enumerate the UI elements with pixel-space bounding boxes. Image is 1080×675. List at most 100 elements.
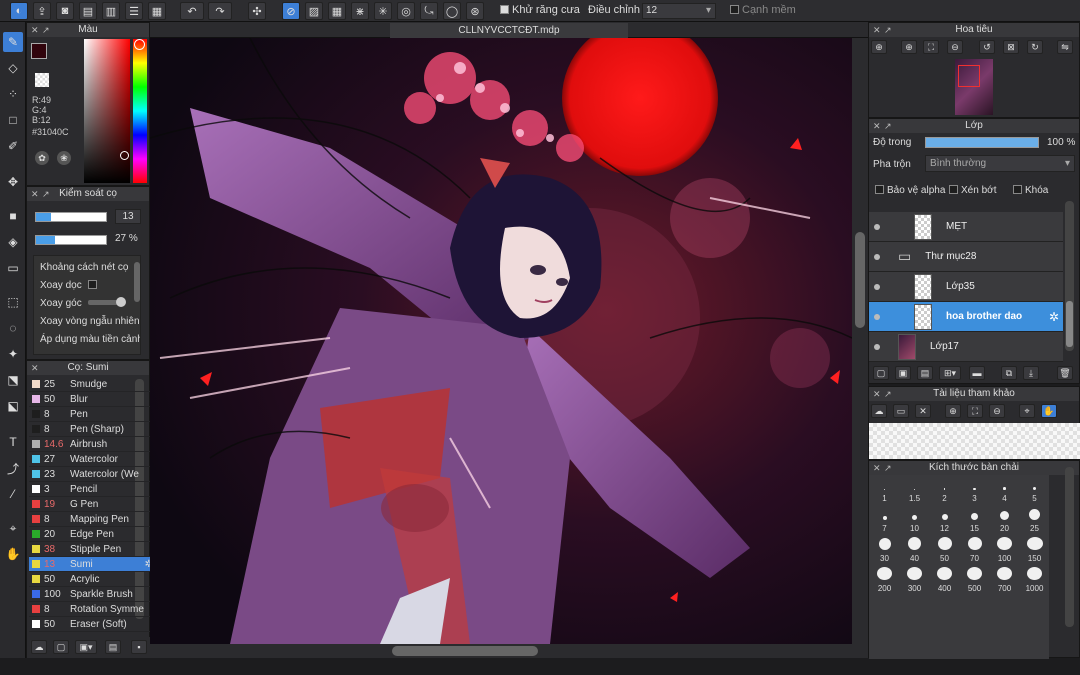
close-icon[interactable]: ✕	[873, 119, 881, 133]
new-brush-icon[interactable]: ▢	[53, 640, 69, 654]
add-layer-menu-icon[interactable]: ⊞▾	[939, 366, 961, 380]
document-tab[interactable]: CLLNYVCCTCĐT.mdp	[390, 23, 628, 38]
eye-icon[interactable]	[874, 253, 880, 260]
brush-size-preset[interactable]: 70	[960, 537, 989, 565]
hue-slider[interactable]	[133, 39, 147, 183]
redo-icon[interactable]: ↷	[208, 2, 232, 20]
brush-item[interactable]: 50 Acrylic	[29, 572, 157, 587]
operation-tool-icon[interactable]: ⤴	[3, 458, 23, 478]
brush-item[interactable]: 100 Sparkle Brush	[29, 587, 157, 602]
brush-item[interactable]: 50 Eraser (Soft)	[29, 617, 157, 632]
brush-item[interactable]: 38 Stipple Pen	[29, 542, 157, 557]
app-logo-icon[interactable]: ◐	[10, 2, 28, 20]
brush-tool-icon[interactable]: ✎	[3, 32, 23, 52]
close-icon[interactable]: ✕	[873, 23, 881, 37]
select-eraser-icon[interactable]: ⬕	[3, 396, 23, 416]
brush-item[interactable]: 23 Watercolor (We	[29, 467, 157, 482]
brush-item[interactable]: 27 Watercolor	[29, 452, 157, 467]
popout-icon[interactable]: ↗	[884, 23, 892, 37]
bucket-tool-icon[interactable]: ◈	[3, 232, 23, 252]
rect-tool-icon[interactable]: ■	[3, 206, 23, 226]
grid-icon[interactable]: ▦	[148, 2, 166, 20]
lock-checkbox[interactable]: Khóa	[1013, 185, 1048, 196]
brush-size-preset[interactable]: 5	[1020, 477, 1049, 505]
navigator-thumbnail[interactable]	[955, 59, 993, 115]
rotate-left-icon[interactable]: ↺	[979, 40, 995, 54]
brush-size-value[interactable]: 13	[115, 209, 141, 224]
brush-item[interactable]: 25 Smudge	[29, 377, 157, 392]
duplicate-layer-icon[interactable]: ⧉	[1001, 366, 1017, 380]
close-icon[interactable]: ✕	[873, 461, 881, 475]
eye-icon[interactable]	[874, 313, 880, 320]
gear-icon[interactable]: ✲	[1049, 310, 1059, 324]
brush-size-preset[interactable]: 700	[990, 567, 1019, 595]
grid-ruler-icon[interactable]: ▦	[328, 2, 346, 20]
zoom-fit-icon[interactable]: ⊕	[871, 40, 887, 54]
document-icon[interactable]: ▥	[102, 2, 120, 20]
eraser-tool-icon[interactable]: ◇	[3, 58, 23, 78]
perspective-icon[interactable]: ⋇	[351, 2, 369, 20]
layer-row[interactable]: Lớp35	[869, 272, 1063, 302]
angle-option[interactable]: Xoay góc	[40, 298, 82, 309]
eyedropper-icon[interactable]: ⌖	[1019, 404, 1035, 418]
brush-size-preset[interactable]: 150	[1020, 537, 1049, 565]
export-icon[interactable]: ⇪	[33, 2, 51, 20]
options-scrollbar[interactable]	[134, 262, 140, 302]
cloud-icon[interactable]: ☁	[31, 640, 47, 654]
shape-tool-icon[interactable]: □	[3, 110, 23, 130]
brush-item[interactable]: 50 Blur	[29, 392, 157, 407]
apply-fg-color-option[interactable]: Áp dụng màu tiền cảnh	[40, 334, 140, 345]
hand-icon[interactable]: ✋	[1041, 404, 1057, 418]
brush-item[interactable]: 8 Pen (Sharp)	[29, 422, 157, 437]
zoom-out-icon[interactable]: ⊖	[947, 40, 963, 54]
vertical-rotate-checkbox[interactable]	[88, 280, 98, 289]
close-icon[interactable]: ✕	[31, 187, 39, 201]
zoom-in-icon[interactable]: ⊕	[945, 404, 961, 418]
brush-delete-icon[interactable]: ▪	[131, 640, 147, 654]
brush-item[interactable]: 3 Pencil	[29, 482, 157, 497]
antialias-checkbox[interactable]: Khử răng cưa	[500, 4, 580, 16]
reference-canvas[interactable]	[869, 423, 1080, 459]
clipping-checkbox[interactable]: Xén bớt	[949, 185, 996, 196]
dot-eraser-icon[interactable]: ⁘	[3, 84, 23, 104]
layer-row-folder[interactable]: ▭ Thư mục28	[869, 242, 1063, 272]
divide-tool-icon[interactable]: ⁄	[3, 484, 23, 504]
list-icon[interactable]: ☰	[125, 2, 143, 20]
layer-row[interactable]: Lớp17	[869, 332, 1063, 362]
brush-size-preset[interactable]: 4	[990, 477, 1019, 505]
popout-icon[interactable]: ↗	[42, 23, 50, 37]
undo-icon[interactable]: ↶	[180, 2, 204, 20]
brush-item[interactable]: 8 Mapping Pen	[29, 512, 157, 527]
new-layer-icon[interactable]: ▢	[873, 366, 889, 380]
brush-size-preset[interactable]: 1	[870, 477, 899, 505]
brush-menu-icon[interactable]: ▣▾	[75, 640, 97, 654]
draw-mode-icon[interactable]: ⊘	[282, 2, 300, 20]
eyedropper-icon[interactable]: ⌖	[3, 518, 23, 538]
rotate-right-icon[interactable]: ↻	[1027, 40, 1043, 54]
fit-screen-icon[interactable]: ⛶	[967, 404, 983, 418]
color-wheel-icon[interactable]: ✿	[35, 151, 49, 165]
brush-size-preset[interactable]: 300	[900, 567, 929, 595]
layer-row-selected[interactable]: hoa brother dao ✲	[869, 302, 1063, 332]
reset-rotate-icon[interactable]: ⊠	[1003, 40, 1019, 54]
delete-layer-icon[interactable]: 🗑	[1057, 366, 1073, 380]
brush-size-preset[interactable]: 2	[930, 477, 959, 505]
popout-icon[interactable]: ↗	[884, 387, 892, 401]
layer-row[interactable]: MẸT	[869, 212, 1063, 242]
canvas-hscroll[interactable]	[150, 644, 868, 658]
hand-tool-icon[interactable]: ✋	[3, 544, 23, 564]
layer-scrollbar[interactable]	[1065, 201, 1074, 351]
close-ref-icon[interactable]: ✕	[915, 404, 931, 418]
hue-handle[interactable]	[134, 39, 145, 50]
brush-item[interactable]: 8 Pen	[29, 407, 157, 422]
brush-size-preset[interactable]: 400	[930, 567, 959, 595]
brush-item[interactable]: 13 Sumi ✲	[29, 557, 157, 572]
layer-scrollbar-thumb[interactable]	[1066, 301, 1073, 347]
ellipse-icon[interactable]: ◯	[443, 2, 461, 20]
canvas-vscroll-thumb[interactable]	[855, 232, 865, 328]
navigator-viewport[interactable]	[958, 65, 980, 87]
brush-size-preset[interactable]: 40	[900, 537, 929, 565]
brush-opacity-slider[interactable]	[35, 235, 107, 245]
protect-alpha-checkbox[interactable]: Bảo vệ alpha	[875, 185, 945, 196]
chat-icon[interactable]: ◙	[56, 2, 74, 20]
